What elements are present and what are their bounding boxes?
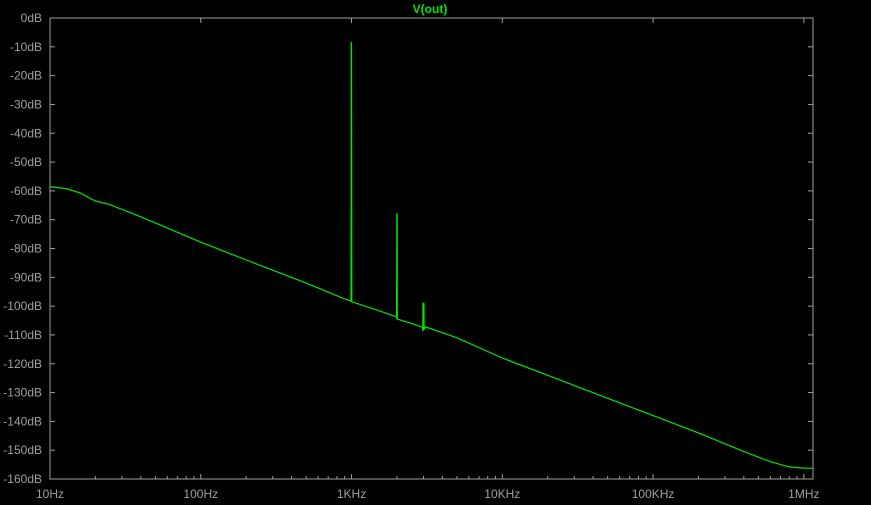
y-tick-label: -20dB: [10, 69, 42, 83]
y-tick-label: -30dB: [10, 97, 42, 111]
y-tick-label: -160dB: [3, 472, 42, 486]
x-tick-label: 100KHz: [632, 487, 675, 501]
x-tick-label: 10Hz: [36, 487, 64, 501]
x-tick-label: 1MHz: [788, 487, 819, 501]
y-tick-label: -150dB: [3, 443, 42, 457]
y-tick-label: -10dB: [10, 40, 42, 54]
x-tick-label: 1KHz: [337, 487, 366, 501]
y-tick-label: -90dB: [10, 270, 42, 284]
y-tick-label: -100dB: [3, 299, 42, 313]
y-tick-label: -60dB: [10, 184, 42, 198]
y-tick-label: -110dB: [4, 328, 42, 342]
y-tick-label: -80dB: [10, 242, 42, 256]
x-tick-label: 100Hz: [183, 487, 218, 501]
y-tick-label: 0dB: [21, 11, 42, 25]
y-tick-label: -50dB: [10, 155, 42, 169]
plot-background: [0, 0, 871, 505]
x-tick-label: 10KHz: [484, 487, 520, 501]
bode-plot: V(out) 0dB -10dB -20dB -30dB -40dB -50dB -60dB…: [0, 0, 871, 505]
y-tick-label: -40dB: [10, 126, 42, 140]
chart-title: V(out): [413, 2, 448, 16]
y-tick-label: -130dB: [3, 386, 42, 400]
y-tick-label: -140dB: [3, 414, 42, 428]
y-tick-label: -70dB: [10, 213, 42, 227]
y-tick-label: -120dB: [3, 357, 42, 371]
